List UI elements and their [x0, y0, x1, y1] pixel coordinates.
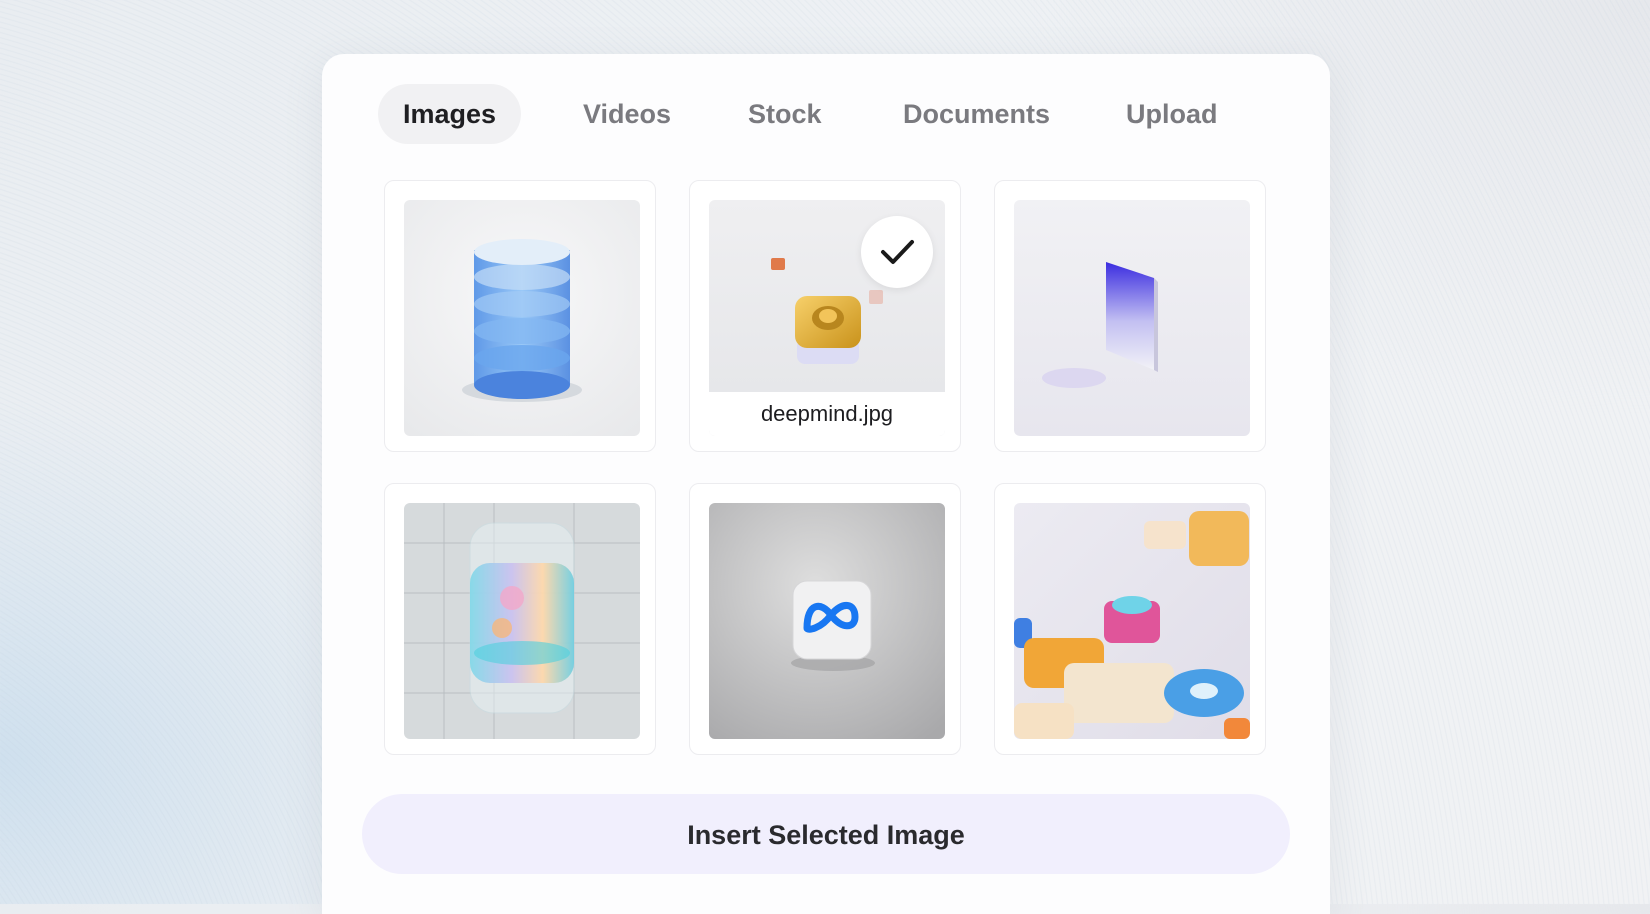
image-card-glass-cylinder[interactable] — [384, 483, 656, 755]
image-thumbnail — [1014, 503, 1250, 739]
image-thumbnail: deepmind.jpg — [709, 200, 945, 436]
tab-bar: Images Videos Stock Documents Upload — [378, 84, 1278, 144]
image-thumbnail — [404, 503, 640, 739]
image-thumbnail — [1014, 200, 1250, 436]
insert-selected-image-button[interactable]: Insert Selected Image — [362, 794, 1290, 874]
blue-cylinder-image — [404, 200, 640, 436]
tab-videos[interactable]: Videos — [558, 84, 696, 144]
meta-logo-image — [709, 503, 945, 739]
tab-stock[interactable]: Stock — [723, 84, 847, 144]
glass-slab-image — [1014, 200, 1250, 436]
image-card-colorful-shapes[interactable] — [994, 483, 1266, 755]
image-filename: deepmind.jpg — [709, 392, 945, 436]
glass-cylinder-image — [404, 503, 640, 739]
image-card-blue-cylinder[interactable] — [384, 180, 656, 452]
image-card-glass-slab[interactable] — [994, 180, 1266, 452]
image-card-meta-logo[interactable] — [689, 483, 961, 755]
media-picker-panel: Images Videos Stock Documents Upload dee… — [322, 54, 1330, 914]
image-thumbnail — [709, 503, 945, 739]
image-card-deepmind[interactable]: deepmind.jpg — [689, 180, 961, 452]
checkmark-icon — [881, 240, 914, 264]
tab-images[interactable]: Images — [378, 84, 522, 144]
tab-documents[interactable]: Documents — [878, 84, 1075, 144]
selected-check-badge — [861, 216, 933, 288]
image-thumbnail — [404, 200, 640, 436]
colorful-shapes-image — [1014, 503, 1250, 739]
tab-upload[interactable]: Upload — [1101, 84, 1243, 144]
